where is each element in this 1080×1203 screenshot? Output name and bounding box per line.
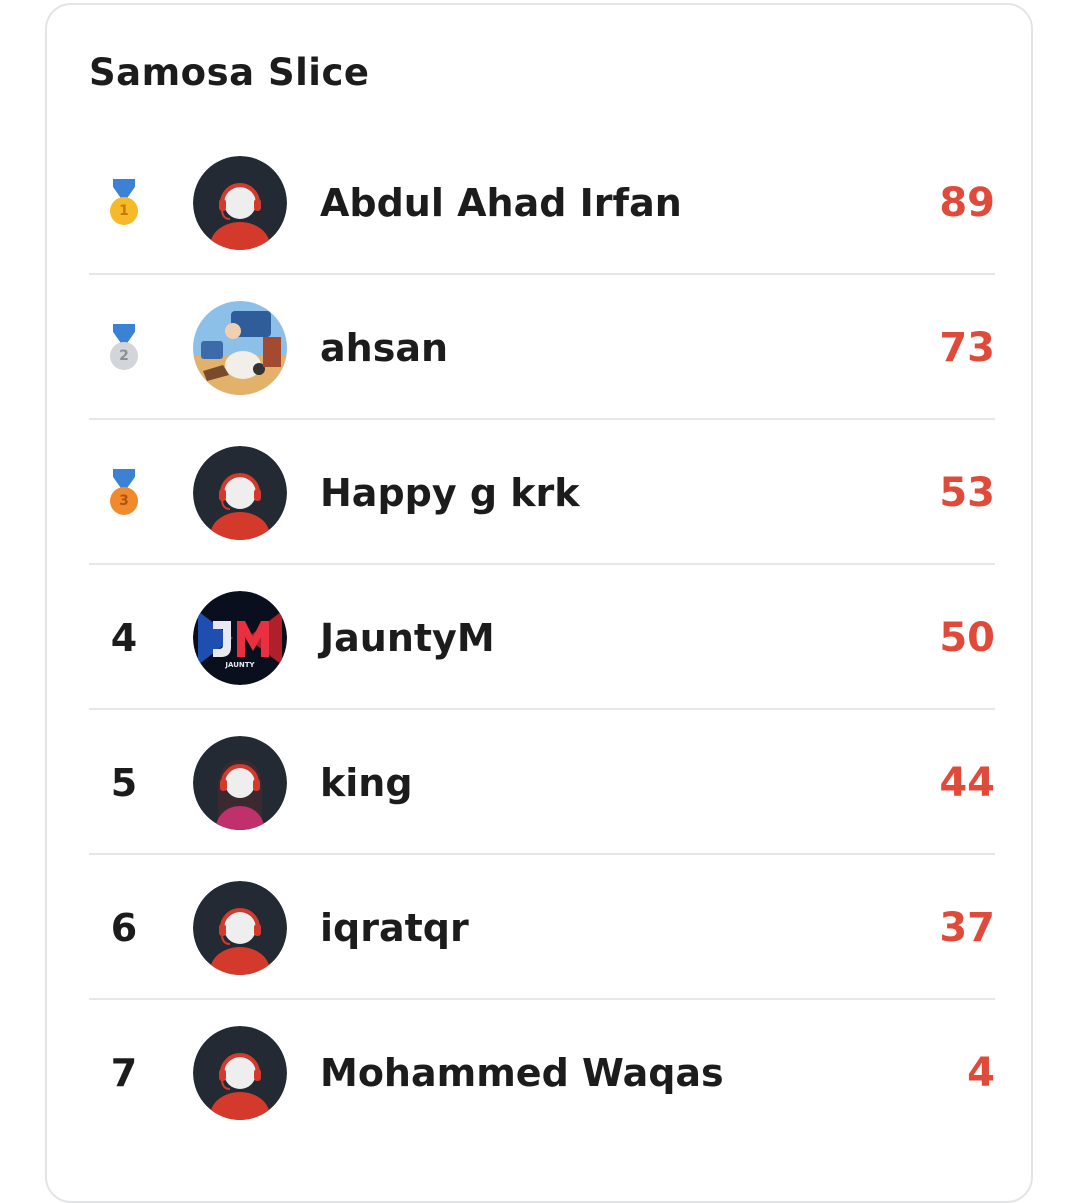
player-score: 53: [939, 469, 995, 516]
rank-number: 6: [110, 905, 138, 950]
player-name: king: [320, 760, 413, 805]
avatar[interactable]: [193, 1026, 287, 1120]
player-name: iqratqr: [320, 905, 469, 950]
avatar[interactable]: [193, 301, 287, 395]
player-name: ahsan: [320, 325, 449, 370]
rank-number: 5: [110, 760, 138, 805]
svg-text:JAUNTY: JAUNTY: [224, 661, 255, 669]
gold-medal-icon: 1: [107, 178, 141, 227]
leaderboard-row[interactable]: 5 king 44: [89, 710, 995, 855]
photo-avatar-icon: [193, 301, 287, 395]
avatar[interactable]: [193, 881, 287, 975]
avatar[interactable]: JAUNTY: [193, 591, 287, 685]
leaderboard-row[interactable]: 4 JAUNTY JauntyM 50: [89, 565, 995, 710]
rank-cell: 2: [89, 275, 159, 420]
rank-number: 4: [110, 615, 138, 660]
leaderboard-list: 1 Abdul Ahad Irfan 89 2 ahsan 73 3 Happy…: [89, 130, 995, 1145]
silver-medal-icon: 2: [107, 323, 141, 372]
default-headset-avatar-icon: [193, 156, 287, 250]
rank-cell: 1: [89, 130, 159, 275]
leaderboard-row[interactable]: 2 ahsan 73: [89, 275, 995, 420]
bronze-medal-icon: 3: [107, 468, 141, 517]
jm-logo-avatar-icon: JAUNTY: [193, 591, 287, 685]
avatar[interactable]: [193, 156, 287, 250]
default-headset-avatar-icon: [193, 446, 287, 540]
player-name: Abdul Ahad Irfan: [320, 180, 682, 225]
player-score: 37: [939, 904, 995, 951]
leaderboard-row[interactable]: 3 Happy g krk 53: [89, 420, 995, 565]
default-headset-avatar-icon: [193, 881, 287, 975]
player-name: Happy g krk: [320, 470, 580, 515]
player-name: Mohammed Waqas: [320, 1050, 724, 1095]
player-score: 73: [939, 324, 995, 371]
player-score: 4: [967, 1049, 995, 1096]
avatar[interactable]: [193, 446, 287, 540]
rank-number: 7: [110, 1050, 138, 1095]
leaderboard-title: Samosa Slice: [89, 51, 370, 94]
player-score: 44: [939, 759, 995, 806]
leaderboard-row[interactable]: 7 Mohammed Waqas 4: [89, 1000, 995, 1145]
avatar[interactable]: [193, 736, 287, 830]
leaderboard-row[interactable]: 1 Abdul Ahad Irfan 89: [89, 130, 995, 275]
rank-cell: 3: [89, 420, 159, 565]
player-score: 89: [939, 179, 995, 226]
leaderboard-card: Samosa Slice 1 Abdul Ahad Irfan 89 2 ahs…: [45, 3, 1033, 1203]
default-headset-avatar-icon: [193, 1026, 287, 1120]
player-score: 50: [939, 614, 995, 661]
player-name: JauntyM: [320, 615, 495, 660]
hijab-headset-avatar-icon: [193, 736, 287, 830]
leaderboard-row[interactable]: 6 iqratqr 37: [89, 855, 995, 1000]
